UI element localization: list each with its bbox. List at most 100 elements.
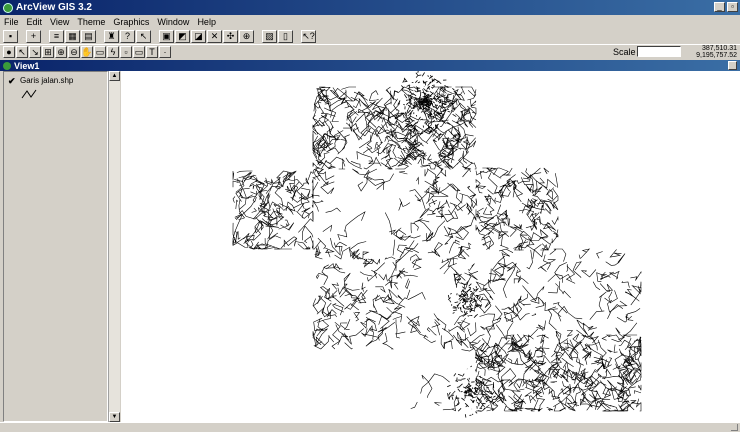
zoom-selected-button[interactable]: ◪ xyxy=(191,29,206,43)
road-segment xyxy=(421,72,425,77)
road-segment xyxy=(564,387,581,396)
menu-graphics[interactable]: Graphics xyxy=(113,17,149,27)
road-segment xyxy=(548,283,559,294)
road-segment xyxy=(403,104,406,106)
help-button[interactable]: ↖? xyxy=(301,29,316,43)
menu-edit[interactable]: Edit xyxy=(27,17,43,27)
road-segment xyxy=(470,365,473,368)
road-segment xyxy=(432,101,436,104)
select-button[interactable]: ↖ xyxy=(136,29,151,43)
legend-button[interactable]: ▨ xyxy=(262,29,277,43)
scale-input[interactable] xyxy=(637,46,681,57)
road-segment xyxy=(551,346,561,363)
road-segment xyxy=(594,359,607,373)
road-segment xyxy=(435,168,447,178)
button-bar: ▪ + ≡ ▦ ▤ ♜ ? ↖ ▣ ◩ ◪ ✕ ✣ ⊕ ▨ ▯ ↖? xyxy=(0,28,740,44)
road-segment xyxy=(452,113,457,117)
road-segment xyxy=(479,375,482,379)
pointer-tool[interactable]: ↖ xyxy=(16,46,28,58)
menu-file[interactable]: File xyxy=(4,17,19,27)
road-segment xyxy=(426,220,446,243)
query-icon: ? xyxy=(124,30,130,41)
select-icon: ↖ xyxy=(139,30,148,41)
measure-tool[interactable]: ▭ xyxy=(94,46,106,58)
road-segment xyxy=(312,200,324,212)
road-segment xyxy=(484,396,488,400)
identify-tool[interactable]: ● xyxy=(3,46,15,58)
road-segment xyxy=(424,187,435,204)
road-segment xyxy=(333,266,346,274)
road-segment xyxy=(457,247,470,260)
minimize-button[interactable]: _ xyxy=(714,2,725,12)
road-segment xyxy=(566,264,569,272)
toc-scrollbar[interactable]: ▲ ▼ xyxy=(108,71,120,422)
app-title: ArcView GIS 3.2 xyxy=(16,2,92,13)
label-tool[interactable]: ▭ xyxy=(133,46,145,58)
road-segment xyxy=(487,380,492,382)
view-title: View1 xyxy=(14,60,40,71)
road-segment xyxy=(427,81,432,86)
area-select-tool[interactable]: ▫ xyxy=(120,46,132,58)
road-segment xyxy=(413,325,429,338)
road-segment xyxy=(476,397,485,408)
zoom-in-2-tool[interactable]: ⊕ xyxy=(55,46,67,58)
query-builder-button[interactable]: ? xyxy=(120,29,135,43)
road-segment xyxy=(452,88,455,91)
zoom-out-tool[interactable]: ⊖ xyxy=(68,46,80,58)
road-segment xyxy=(588,331,595,341)
layer-entry[interactable]: ✔ Garis jalan.shp xyxy=(8,76,73,85)
road-segment xyxy=(589,310,605,320)
zoom-previous-button[interactable]: ⊕ xyxy=(239,29,254,43)
open-table-button[interactable]: ▦ xyxy=(65,29,80,43)
menu-theme[interactable]: Theme xyxy=(77,17,105,27)
road-segment xyxy=(581,322,597,337)
road-segment xyxy=(578,248,591,259)
vertex-edit-tool[interactable]: ↘ xyxy=(29,46,41,58)
map-canvas[interactable] xyxy=(121,71,740,422)
road-segment xyxy=(413,93,417,97)
road-segment xyxy=(431,120,436,123)
draw-tool-dropdown[interactable]: · xyxy=(159,46,171,58)
road-segment xyxy=(532,249,544,259)
road-segment xyxy=(584,353,591,365)
scroll-up-arrow[interactable]: ▲ xyxy=(109,71,120,81)
zoom-selected-icon: ◪ xyxy=(194,30,203,41)
road-segment xyxy=(455,86,476,94)
road-segment xyxy=(443,265,466,281)
road-segment xyxy=(417,74,422,76)
road-segment xyxy=(385,279,393,289)
add-theme-button[interactable]: + xyxy=(26,29,41,43)
road-segment xyxy=(317,172,329,186)
road-segment xyxy=(345,157,363,170)
road-segment xyxy=(480,404,484,409)
road-segment xyxy=(337,286,344,296)
pan-tool[interactable]: ✋ xyxy=(81,46,93,58)
resize-grip[interactable] xyxy=(731,424,738,431)
layer-visibility-checkbox[interactable]: ✔ xyxy=(8,76,16,85)
save-button[interactable]: ▪ xyxy=(3,29,18,43)
hotlink-tool[interactable]: ϟ xyxy=(107,46,119,58)
road-segment xyxy=(508,367,517,384)
road-segment xyxy=(603,368,607,378)
menu-view[interactable]: View xyxy=(50,17,69,27)
road-segment xyxy=(518,295,531,307)
road-segment xyxy=(544,208,551,215)
view-restore-button[interactable] xyxy=(728,61,737,70)
zoom-full-button[interactable]: ▣ xyxy=(159,29,174,43)
layout-button[interactable]: ▤ xyxy=(81,29,96,43)
text-tool[interactable]: T xyxy=(146,46,158,58)
zoom-active-button[interactable]: ◩ xyxy=(175,29,190,43)
find-button[interactable]: ♜ xyxy=(104,29,119,43)
road-segment xyxy=(384,212,397,236)
road-segment xyxy=(447,111,451,113)
road-segment xyxy=(468,393,470,396)
table-view-button[interactable]: ▯ xyxy=(278,29,293,43)
menu-window[interactable]: Window xyxy=(157,17,189,27)
menu-help[interactable]: Help xyxy=(197,17,216,27)
zoom-in-tool[interactable]: ⊞ xyxy=(42,46,54,58)
scroll-down-arrow[interactable]: ▼ xyxy=(109,412,120,422)
zoom-out-fixed-button[interactable]: ✣ xyxy=(223,29,238,43)
theme-properties-button[interactable]: ≡ xyxy=(49,29,64,43)
restore-button[interactable]: ▫ xyxy=(727,2,738,12)
zoom-in-fixed-button[interactable]: ✕ xyxy=(207,29,222,43)
